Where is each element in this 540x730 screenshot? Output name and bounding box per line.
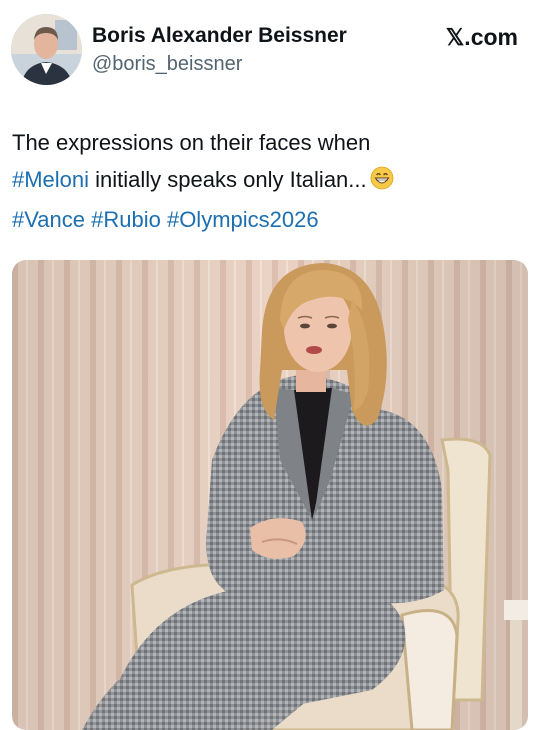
hashtag-olympics2026[interactable]: #Olympics2026 (167, 207, 319, 232)
tweet-line-2-text: initially speaks only Italian... (89, 167, 367, 192)
author-avatar[interactable] (11, 14, 82, 85)
author-handle[interactable]: @boris_beissner (92, 50, 347, 78)
tweet-text: The expressions on their faces when #Mel… (12, 124, 528, 238)
tweet-line-1: The expressions on their faces when (12, 130, 371, 155)
hashtag-meloni[interactable]: #Meloni (12, 167, 89, 192)
x-brand-label: 𝕏.com (445, 24, 518, 50)
grinning-face-icon (370, 164, 394, 201)
tweet-media-image[interactable] (12, 260, 528, 730)
hashtag-vance[interactable]: #Vance (12, 207, 85, 232)
avatar-photo (11, 14, 82, 85)
video-still-illustration (12, 260, 528, 730)
tweet-line-3: #Vance #Rubio #Olympics2026 (12, 201, 528, 238)
tweet-header: Boris Alexander Beissner @boris_beissner… (0, 0, 540, 100)
author-display-name[interactable]: Boris Alexander Beissner (92, 22, 347, 50)
tweet-line-2: #Meloni initially speaks only Italian... (12, 161, 528, 201)
hashtag-rubio[interactable]: #Rubio (91, 207, 161, 232)
